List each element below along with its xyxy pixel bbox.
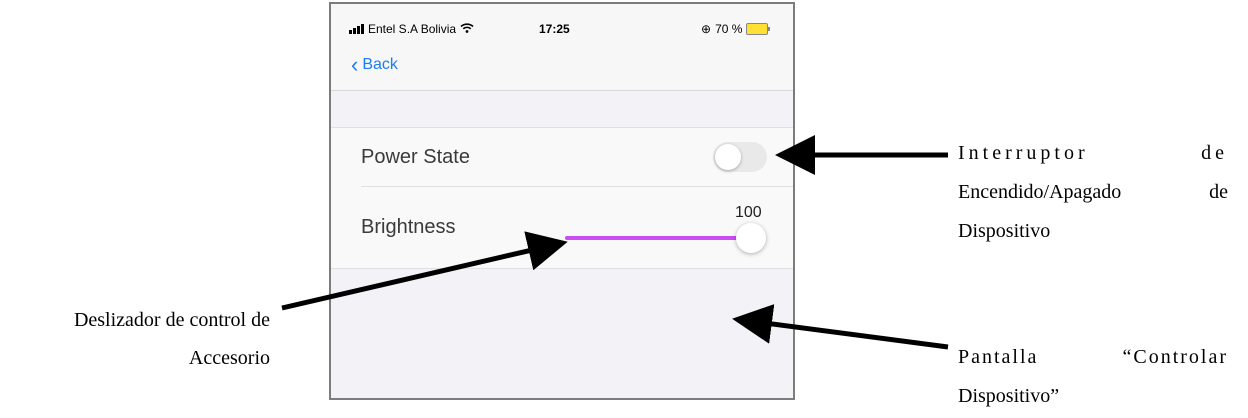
arrow-to-screen: [732, 304, 949, 350]
arrow-to-slider: [281, 231, 568, 311]
slider-annotation: Deslizador de control de Accesorio: [73, 309, 270, 369]
screen-annotation: Pantalla “Controlar Dispositivo”: [958, 346, 1228, 407]
switch-annotation: Interruptor de Encendido/Apagado de Disp…: [958, 142, 1228, 242]
